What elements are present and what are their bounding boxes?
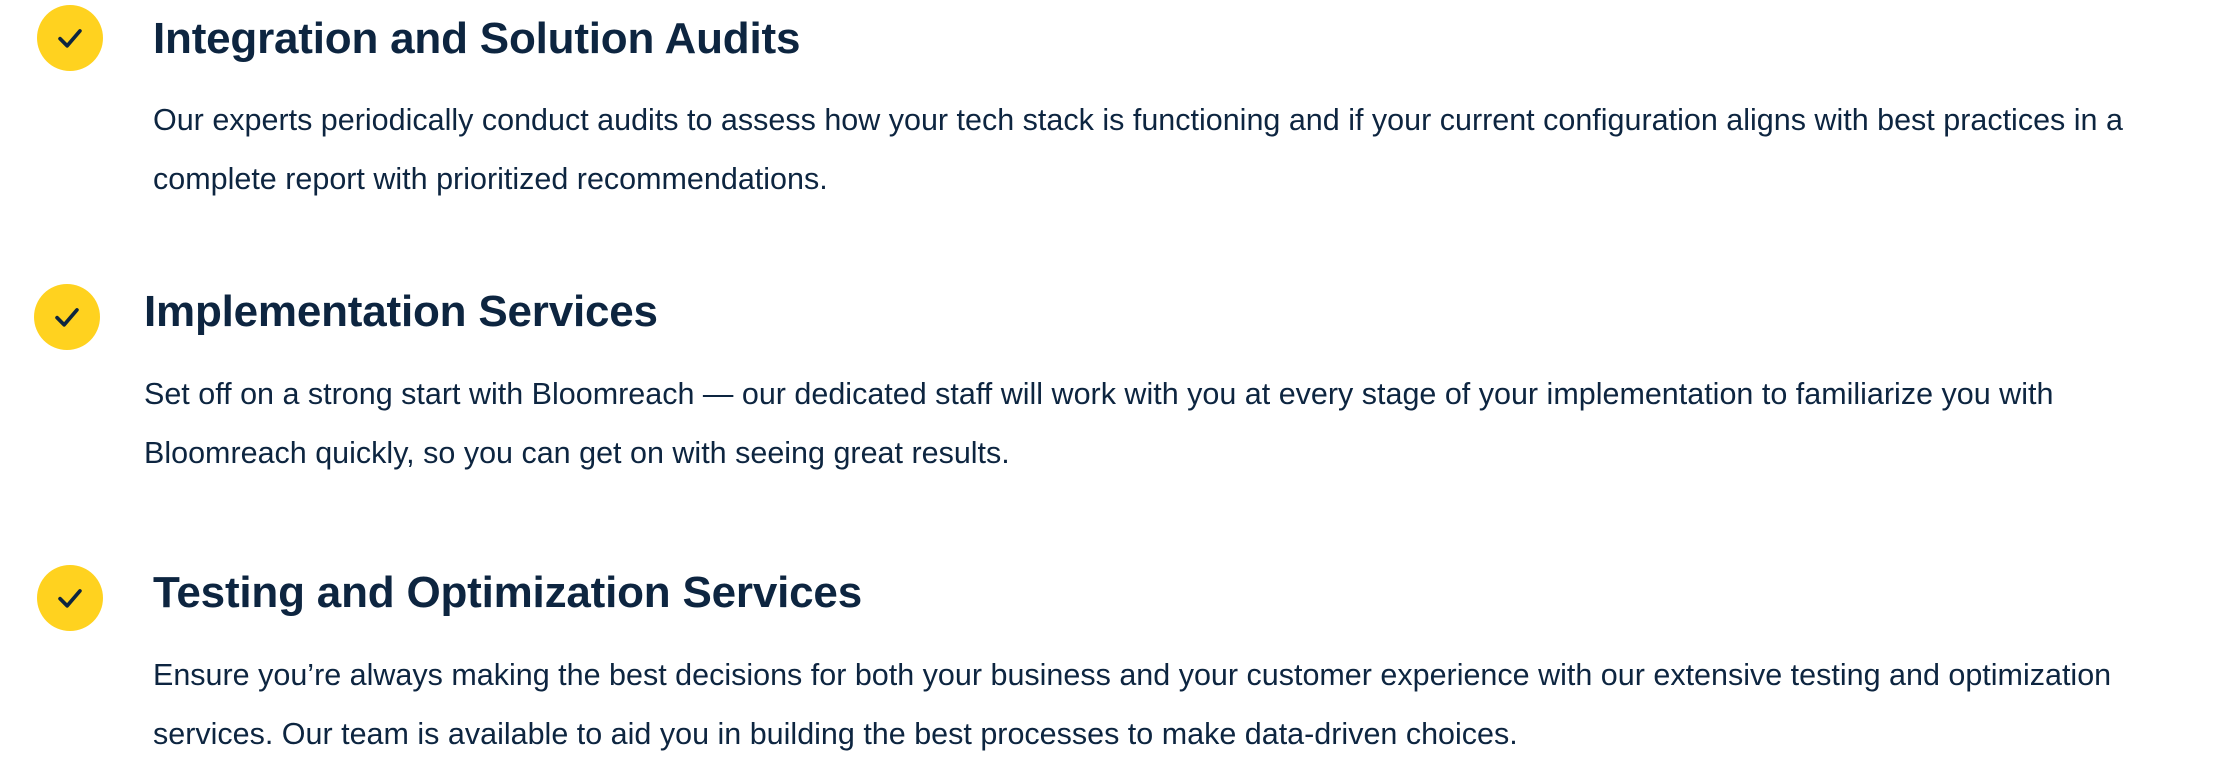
service-title: Implementation Services xyxy=(144,287,658,336)
service-description: Ensure you’re always making the best dec… xyxy=(153,658,2112,751)
service-title: Testing and Optimization Services xyxy=(153,568,862,617)
check-circle-icon xyxy=(37,5,103,71)
service-description: Our experts periodically conduct audits … xyxy=(153,103,2123,196)
service-description: Set off on a strong start with Bloomreac… xyxy=(144,377,2054,470)
service-title: Integration and Solution Audits xyxy=(153,14,801,63)
check-circle-icon xyxy=(37,565,103,631)
check-circle-icon xyxy=(34,284,100,350)
